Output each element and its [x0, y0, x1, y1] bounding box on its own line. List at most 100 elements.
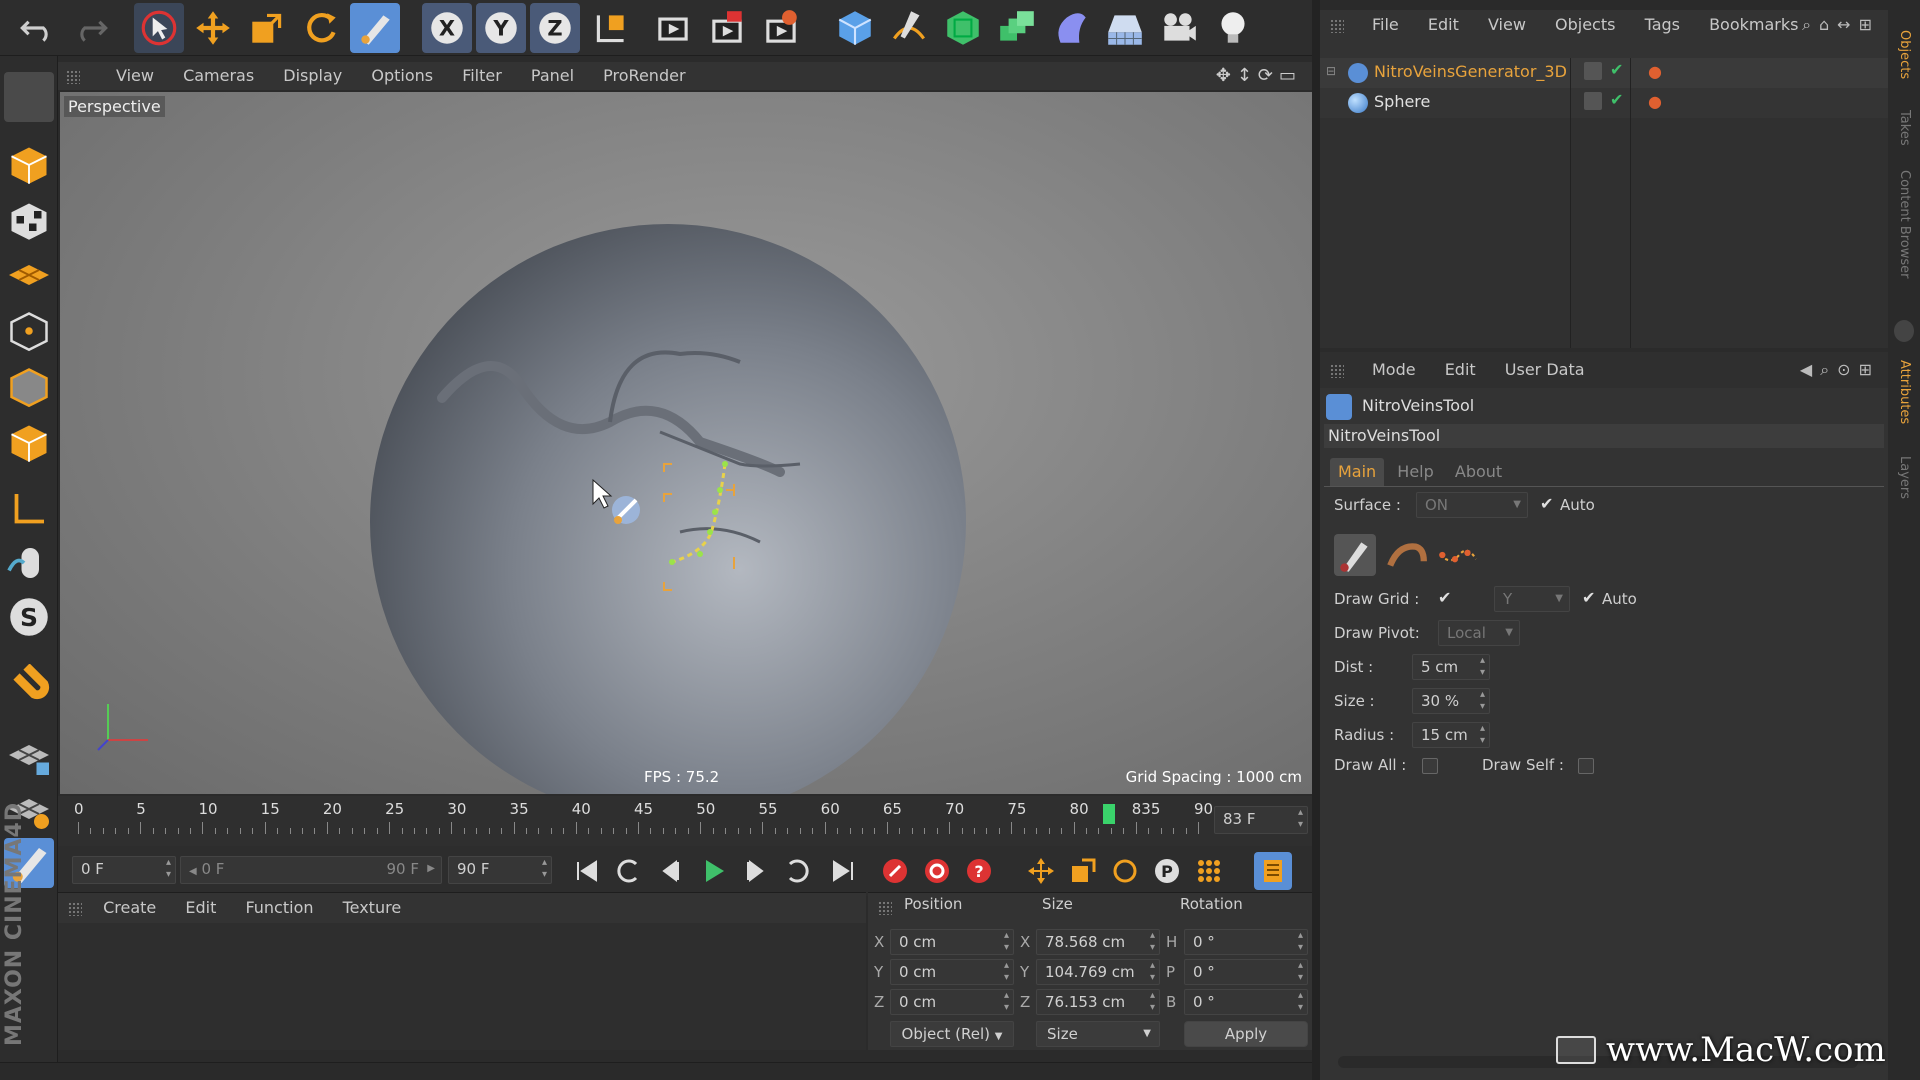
tab-help[interactable]: Help — [1389, 458, 1441, 486]
floor-icon[interactable] — [1100, 3, 1150, 53]
tag-icon[interactable]: ● — [1648, 92, 1662, 111]
redo-icon[interactable] — [66, 3, 116, 53]
object-row[interactable]: Sphere ✔ ● — [1320, 88, 1888, 118]
draw-mode-points-icon[interactable] — [1436, 534, 1478, 576]
cube-icon[interactable] — [830, 3, 880, 53]
end-frame-field[interactable]: 90 F ▴ ▾ — [448, 856, 552, 884]
tweak-mode-icon[interactable] — [4, 538, 54, 588]
key-pla-icon[interactable] — [1190, 852, 1228, 890]
edges-mode-icon[interactable] — [4, 362, 54, 412]
prev-key-icon[interactable] — [610, 852, 648, 890]
size-y-field[interactable]: 104.769 cm ▴ ▾ — [1036, 959, 1160, 985]
panel-divider[interactable] — [1312, 0, 1320, 1080]
surface-select[interactable]: ON ▼ — [1416, 492, 1528, 518]
draw-mode-brush-icon[interactable] — [1334, 534, 1376, 576]
deformer-icon[interactable] — [1046, 3, 1096, 53]
subdivision-icon[interactable] — [938, 3, 988, 53]
layer-icon[interactable] — [1584, 62, 1602, 80]
z-axis-icon[interactable]: Z — [530, 3, 580, 53]
draw-all-checkbox[interactable] — [1422, 758, 1438, 774]
workplane-icon[interactable] — [4, 250, 54, 300]
polygons-mode-icon[interactable] — [4, 418, 54, 468]
move-icon[interactable] — [188, 3, 238, 53]
menu-prorender[interactable]: ProRender — [603, 66, 685, 85]
size-field[interactable]: 30 % ▴ ▾ — [1412, 688, 1490, 714]
menu-objects[interactable]: Objects — [1555, 15, 1615, 34]
menu-function[interactable]: Function — [245, 898, 313, 917]
menu-mode[interactable]: Mode — [1372, 360, 1416, 379]
menu-edit[interactable]: Edit — [1428, 15, 1459, 34]
tag-icon[interactable]: ● — [1648, 62, 1662, 81]
draw-pivot-select[interactable]: Local ▼ — [1438, 620, 1520, 646]
model-mode-icon[interactable] — [4, 140, 54, 190]
viewport-canvas[interactable]: Perspective FPS: 75.2 Grid Spacing: 10… — [60, 92, 1312, 794]
dist-field[interactable]: 5 cm ▴ ▾ — [1412, 654, 1490, 680]
menu-view[interactable]: View — [116, 66, 154, 85]
undo-icon[interactable] — [12, 3, 62, 53]
grid-axis-select[interactable]: Y ▼ — [1494, 586, 1570, 612]
object-name[interactable]: NitroVeinsGenerator_3D — [1374, 62, 1567, 81]
key-scale-icon[interactable] — [1064, 852, 1102, 890]
coordinate-system-icon[interactable] — [586, 3, 636, 53]
pen-icon[interactable] — [884, 3, 934, 53]
menu-edit[interactable]: Edit — [185, 898, 216, 917]
autokey-icon[interactable] — [918, 852, 956, 890]
layer-icon[interactable] — [1584, 92, 1602, 110]
play-icon[interactable] — [694, 852, 732, 890]
side-tab-takes[interactable]: Takes — [1897, 110, 1912, 146]
visibility-check-icon[interactable]: ✔ — [1610, 90, 1623, 109]
sphere-object[interactable] — [370, 224, 966, 794]
next-frame-icon[interactable] — [736, 852, 774, 890]
render-view-icon[interactable] — [648, 3, 698, 53]
sculpt-icon[interactable] — [4, 72, 54, 122]
menu-bookmarks[interactable]: Bookmarks — [1709, 15, 1798, 34]
grid-lock-icon[interactable] — [4, 730, 54, 780]
goto-end-icon[interactable] — [824, 852, 862, 890]
draw-grid-checkbox[interactable]: ✔ — [1438, 588, 1451, 607]
object-manager-toolbar-icons[interactable]: ⌕⌂↔⊞ — [1802, 10, 1880, 40]
timeline-ruler[interactable]: 0 5 10 15 20 25 30 35 40 45 50 55 60 65 70 75 80 835 90 83… — [58, 796, 1312, 846]
size-z-field[interactable]: 76.153 cm ▴ ▾ — [1036, 989, 1160, 1015]
key-parameter-icon[interactable]: P — [1148, 852, 1186, 890]
size-mode-select[interactable]: Size ▼ — [1036, 1021, 1160, 1047]
range-slider[interactable]: ◀ 0 F 90 F ▶ — [180, 856, 442, 884]
start-frame-field[interactable]: 0 F ▴ ▾ — [72, 856, 176, 884]
object-row[interactable]: ⊟ NitroVeinsGenerator_3D ✔ ● — [1320, 58, 1888, 88]
y-axis-icon[interactable]: Y — [476, 3, 526, 53]
next-key-icon[interactable] — [778, 852, 816, 890]
visibility-check-icon[interactable]: ✔ — [1610, 60, 1623, 79]
menu-tags[interactable]: Tags — [1645, 15, 1680, 34]
rot-p-field[interactable]: 0 ° ▴ ▾ — [1184, 959, 1308, 985]
side-tab-layers[interactable]: Layers — [1897, 456, 1912, 499]
points-mode-icon[interactable] — [4, 306, 54, 356]
menu-panel[interactable]: Panel — [531, 66, 574, 85]
timeline-playhead[interactable] — [1103, 804, 1115, 824]
apply-button[interactable]: Apply — [1184, 1021, 1308, 1047]
side-tab-objects[interactable]: Objects — [1897, 30, 1912, 79]
tab-about[interactable]: About — [1447, 458, 1510, 486]
viewport-nav-icons[interactable]: ✥↕⟳▭ — [1216, 62, 1302, 90]
side-tab-attributes[interactable]: Attributes — [1897, 360, 1912, 424]
menu-create[interactable]: Create — [103, 898, 156, 917]
radius-field[interactable]: 15 cm ▴ ▾ — [1412, 722, 1490, 748]
menu-options[interactable]: Options — [371, 66, 433, 85]
texture-mode-icon[interactable] — [4, 196, 54, 246]
menu-user-data[interactable]: User Data — [1505, 360, 1585, 379]
menu-cameras[interactable]: Cameras — [183, 66, 254, 85]
render-settings-icon[interactable] — [756, 3, 806, 53]
timeline-window-icon[interactable] — [1254, 852, 1292, 890]
menu-filter[interactable]: Filter — [462, 66, 502, 85]
draw-mode-vein-icon[interactable] — [1386, 534, 1428, 576]
side-tab-content-browser[interactable]: Content Browser — [1897, 170, 1912, 279]
snap-magnet-icon[interactable] — [4, 663, 54, 714]
x-axis-icon[interactable]: X — [422, 3, 472, 53]
prev-frame-icon[interactable] — [652, 852, 690, 890]
menu-edit[interactable]: Edit — [1445, 360, 1476, 379]
light-icon[interactable] — [1208, 3, 1258, 53]
axis-mode-icon[interactable] — [4, 484, 54, 534]
current-frame-field[interactable]: 83 F ▴ ▾ — [1214, 806, 1308, 834]
surface-auto-checkbox[interactable]: ✔ — [1540, 494, 1553, 513]
draw-self-checkbox[interactable] — [1578, 758, 1594, 774]
menu-texture[interactable]: Texture — [343, 898, 402, 917]
size-x-field[interactable]: 78.568 cm ▴ ▾ — [1036, 929, 1160, 955]
